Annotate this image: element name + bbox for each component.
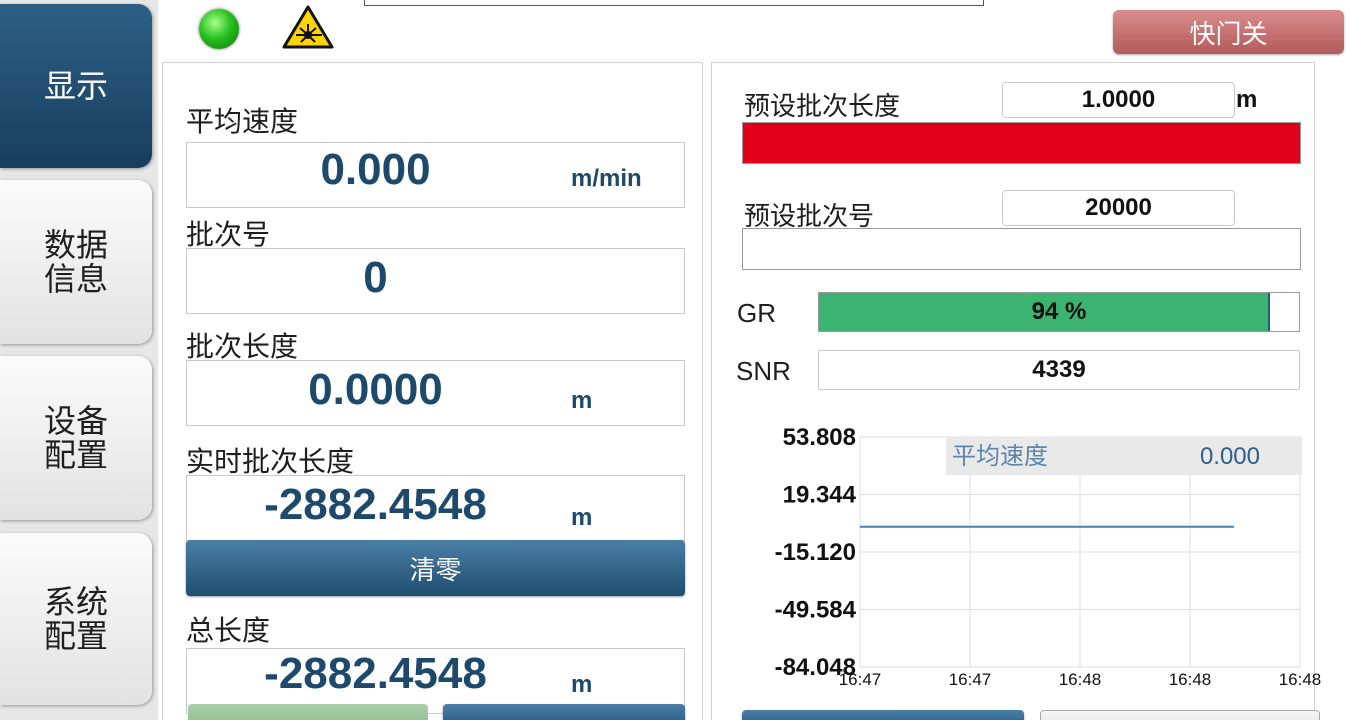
realtime-len-box: -2882.4548 m: [186, 475, 685, 541]
clear-button[interactable]: 清零: [186, 540, 685, 596]
chart-x-tick-label: 16:48: [1279, 670, 1322, 689]
chart-x-tick-label: 16:48: [1169, 670, 1212, 689]
preset-no-input[interactable]: 20000: [1002, 190, 1235, 226]
preset-len-progress-bar: [742, 122, 1301, 164]
snr-label: SNR: [736, 356, 791, 386]
clear-label: 清零: [409, 555, 462, 586]
chart-x-tick-label: 16:47: [949, 670, 992, 689]
batch-no-label: 批次号: [186, 218, 271, 251]
nav-data-info-label: 数据 信息: [43, 226, 108, 298]
chart-x-tick-label: 16:48: [1059, 670, 1102, 689]
snr-value: 4339: [818, 350, 1300, 390]
avg-speed-label: 平均速度: [186, 105, 299, 138]
side-nav: 显示 数据 信息 设备 配置 系统 配置: [0, 0, 158, 720]
gr-percent-text: 94 %: [1031, 298, 1087, 325]
chart-y-tick-label: 19.344: [783, 482, 857, 509]
batch-len-value: 0.0000: [308, 365, 443, 414]
app-root: 显示 数据 信息 设备 配置 系统 配置 快门关 平均速度 0.000 m/mi…: [0, 0, 1350, 720]
batch-len-unit: m: [571, 387, 593, 414]
preset-no-progress-bar: [742, 228, 1301, 270]
preset-len-unit: m: [1236, 86, 1258, 113]
preset-len-input[interactable]: 1.0000: [1002, 82, 1235, 118]
nav-system-config-label: 系统 配置: [43, 583, 108, 655]
status-led-icon: [199, 9, 239, 49]
chart-bottom-blue-button[interactable]: [742, 710, 1024, 720]
shutter-label: 快门关: [1189, 19, 1268, 50]
batch-len-box: 0.0000 m: [186, 360, 685, 426]
chart-legend-series-value: 0.000: [1200, 443, 1260, 470]
speed-trend-chart: 平均速度 0.00053.80819.344-15.120-49.584-84.0…: [775, 425, 1322, 689]
batch-len-label: 批次长度: [186, 330, 299, 363]
chart-bottom-gray-button[interactable]: [1040, 710, 1320, 720]
batch-no-value: 0: [363, 253, 388, 302]
total-len-unit: m: [571, 671, 593, 698]
chart-y-tick-label: 53.808: [783, 425, 856, 451]
preset-len-label: 预设批次长度: [744, 92, 901, 122]
avg-speed-unit: m/min: [571, 165, 642, 192]
gr-progress-bar: 94 %: [818, 292, 1300, 332]
nav-display-button[interactable]: 显示: [0, 4, 152, 168]
total-len-label: 总长度: [186, 614, 271, 647]
chart-legend-series-name: 平均速度: [952, 442, 1048, 470]
gr-label: GR: [737, 298, 776, 328]
top-status-field: [364, 0, 984, 6]
nav-display-label: 显示: [43, 67, 108, 105]
laser-warning-icon: [282, 5, 334, 49]
chart-y-tick-label: -49.584: [775, 597, 857, 624]
realtime-len-value: -2882.4548: [264, 480, 487, 529]
batch-no-box: 0: [186, 248, 685, 314]
shutter-button[interactable]: 快门关: [1113, 10, 1344, 54]
avg-speed-box: 0.000 m/min: [186, 142, 685, 208]
realtime-len-label: 实时批次长度: [186, 445, 355, 478]
avg-speed-value: 0.000: [320, 145, 431, 194]
nav-device-config-label: 设备 配置: [43, 402, 108, 474]
chart-y-tick-label: -15.120: [775, 539, 856, 566]
realtime-len-unit: m: [571, 504, 593, 531]
total-len-value: -2882.4548: [264, 649, 487, 698]
bottom-green-button[interactable]: [188, 704, 428, 720]
chart-x-tick-label: 16:47: [839, 670, 882, 689]
bottom-blue-button[interactable]: [443, 704, 685, 720]
